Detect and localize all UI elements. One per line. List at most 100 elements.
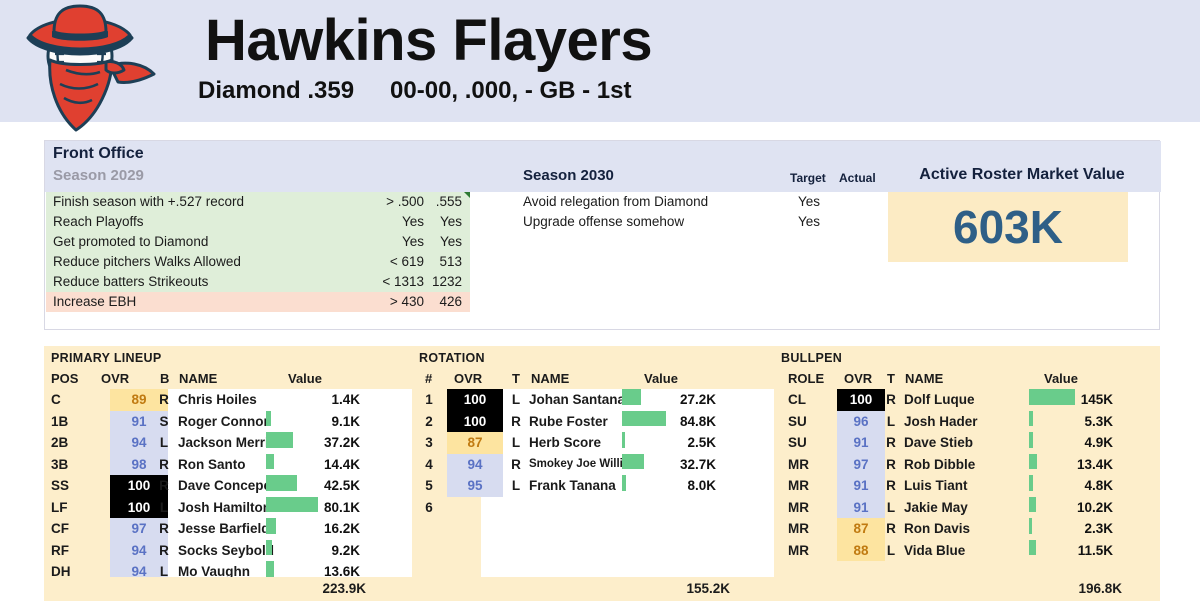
roster-row[interactable]: MR 91 L Jakie May 10.2K <box>774 496 1160 519</box>
row-player-name[interactable]: Vida Blue <box>904 540 1034 562</box>
value-amount: 10.2K <box>1076 499 1113 515</box>
roster-row[interactable]: MR 97 R Rob Dibble 13.4K <box>774 453 1160 476</box>
team-name: Hawkins Flayers <box>205 8 653 73</box>
row-player-name[interactable]: Luis Tiant <box>904 475 1034 497</box>
totals-row: 223.9K 155.2K 196.8K <box>44 577 1160 601</box>
goal-target: > 430 <box>389 294 424 309</box>
row-value-cell: 80.1K <box>266 496 366 519</box>
roster-row[interactable]: SU 96 L Josh Hader 5.3K <box>774 410 1160 433</box>
roster-row[interactable]: C 89 R Chris Hoiles 1.4K <box>44 389 412 411</box>
row-slot: SU <box>788 435 807 450</box>
row-slot: MR <box>788 521 809 536</box>
goal-actual: 1232 <box>431 274 462 289</box>
row-player-name[interactable]: Jakie May <box>904 497 1034 519</box>
roster-row[interactable]: 4 94 R Smokey Joe Williams 32.7K <box>412 453 774 475</box>
roster-row[interactable]: 3B 98 R Ron Santo 14.4K <box>44 453 412 476</box>
roster-row[interactable]: SS 100 R Dave Concepcion 42.5K <box>44 475 412 497</box>
value-bar <box>266 539 272 555</box>
row-overall: 94 <box>447 453 503 475</box>
market-value-title: Active Roster Market Value <box>919 166 1125 183</box>
row-player-name[interactable]: Rob Dibble <box>904 454 1034 476</box>
roster-row[interactable]: 5 95 L Frank Tanana 8.0K <box>412 475 774 497</box>
primary-lineup-title: PRIMARY LINEUP <box>51 351 162 365</box>
roster-row[interactable]: MR 88 L Vida Blue 11.5K <box>774 539 1160 562</box>
value-amount: 5.3K <box>1084 413 1113 429</box>
roster-row[interactable]: CL 100 R Dolf Luque 145K <box>774 389 1160 411</box>
header-value: Value <box>1044 371 1078 386</box>
row-overall: 100 <box>447 410 503 432</box>
row-value-cell: 8.0K <box>622 475 722 497</box>
roster-row[interactable]: MR 87 R Ron Davis 2.3K <box>774 518 1160 540</box>
row-slot: MR <box>788 478 809 493</box>
goal-name: Reach Playoffs <box>53 214 144 229</box>
rotation-section: ROTATION # OVR T NAME Value 1 100 L Johan S… <box>412 346 774 601</box>
row-handedness: R <box>511 413 521 429</box>
row-handedness: R <box>159 521 169 536</box>
header-ovr: OVR <box>454 371 483 386</box>
goal-actual: 426 <box>439 294 462 309</box>
header-value: Value <box>288 371 322 386</box>
value-amount: 9.1K <box>331 413 360 429</box>
goal-target: < 619 <box>389 254 424 269</box>
row-value-cell: 2.5K <box>622 432 722 454</box>
roster-row[interactable]: 1 100 L Johan Santana 27.2K <box>412 389 774 411</box>
value-bar <box>266 432 293 448</box>
row-value-cell: 145K <box>1029 389 1119 411</box>
goal-row: Upgrade offense somehow Yes <box>523 212 903 232</box>
goal-name: Reduce pitchers Walks Allowed <box>53 254 241 269</box>
row-player-name[interactable]: Ron Davis <box>904 518 1034 540</box>
market-value-box: 603K <box>888 192 1128 262</box>
row-player-name[interactable]: Josh Hader <box>904 411 1034 433</box>
goal-target: Yes <box>401 214 424 229</box>
roster-row[interactable]: 3 87 L Herb Score 2.5K <box>412 432 774 454</box>
team-subtitle: Diamond .359 00-00, .000, - GB - 1st <box>170 77 1180 105</box>
row-value-cell <box>622 497 722 519</box>
value-bar <box>1029 453 1037 469</box>
roster-row[interactable]: 6 <box>412 497 774 519</box>
roster-row[interactable]: 2B 94 L Jackson Merrill 37.2K <box>44 432 412 454</box>
row-player-name[interactable]: Dave Stieb <box>904 432 1034 454</box>
row-slot: C <box>51 392 61 407</box>
row-slot: SU <box>788 413 807 429</box>
row-overall: 100 <box>837 389 885 411</box>
row-slot: 1 <box>425 392 433 407</box>
goal-row: Reduce batters Strikeouts < 1313 1232 <box>46 272 470 292</box>
row-handedness: R <box>159 478 169 493</box>
goal-row: Get promoted to Diamond Yes Yes <box>46 232 470 252</box>
front-office-title: Front Office <box>53 145 144 162</box>
row-slot: 3 <box>425 435 433 450</box>
value-bar <box>266 475 297 491</box>
row-handedness: L <box>511 392 521 407</box>
row-handedness: R <box>886 456 896 472</box>
primary-lineup-header-row: POS OVR B NAME Value <box>44 369 412 389</box>
goal-row: Reduce pitchers Walks Allowed < 619 513 <box>46 252 470 272</box>
goal-target: Yes <box>401 234 424 249</box>
goal-actual: Yes <box>439 234 462 249</box>
row-value-cell: 14.4K <box>266 453 366 476</box>
row-value-cell: 16.2K <box>266 518 366 540</box>
row-slot: 2B <box>51 435 69 450</box>
roster-row[interactable]: SU 91 R Dave Stieb 4.9K <box>774 432 1160 454</box>
roster-row[interactable]: RF 94 R Socks Seybold 9.2K <box>44 539 412 561</box>
goal-row: Avoid relegation from Diamond Yes <box>523 192 903 212</box>
row-value-cell: 1.4K <box>266 389 366 411</box>
value-amount: 8.0K <box>687 478 716 493</box>
roster-row[interactable]: 1B 91 S Roger Connor 9.1K <box>44 410 412 432</box>
roster-row[interactable]: CF 97 R Jesse Barfield 16.2K <box>44 518 412 540</box>
row-player-name[interactable]: Dolf Luque <box>904 389 1034 411</box>
season-2030-goals-list: Avoid relegation from Diamond Yes Upgrade … <box>523 192 903 232</box>
league-label: Diamond .359 <box>198 77 355 104</box>
row-slot: 6 <box>425 499 433 515</box>
value-bar <box>1029 432 1033 448</box>
roster-row[interactable]: MR 91 R Luis Tiant 4.8K <box>774 475 1160 497</box>
roster-row[interactable]: LF 100 L Josh Hamilton 80.1K <box>44 496 412 519</box>
value-amount: 2.5K <box>687 435 716 450</box>
goal-row: Reach Playoffs Yes Yes <box>46 212 470 232</box>
row-overall: 100 <box>447 389 503 411</box>
value-amount: 37.2K <box>323 435 360 450</box>
row-value-cell: 4.8K <box>1029 475 1119 497</box>
row-overall: 91 <box>837 496 885 518</box>
value-bar <box>266 518 276 534</box>
value-amount: 1.4K <box>331 392 360 407</box>
roster-row[interactable]: 2 100 R Rube Foster 84.8K <box>412 410 774 432</box>
